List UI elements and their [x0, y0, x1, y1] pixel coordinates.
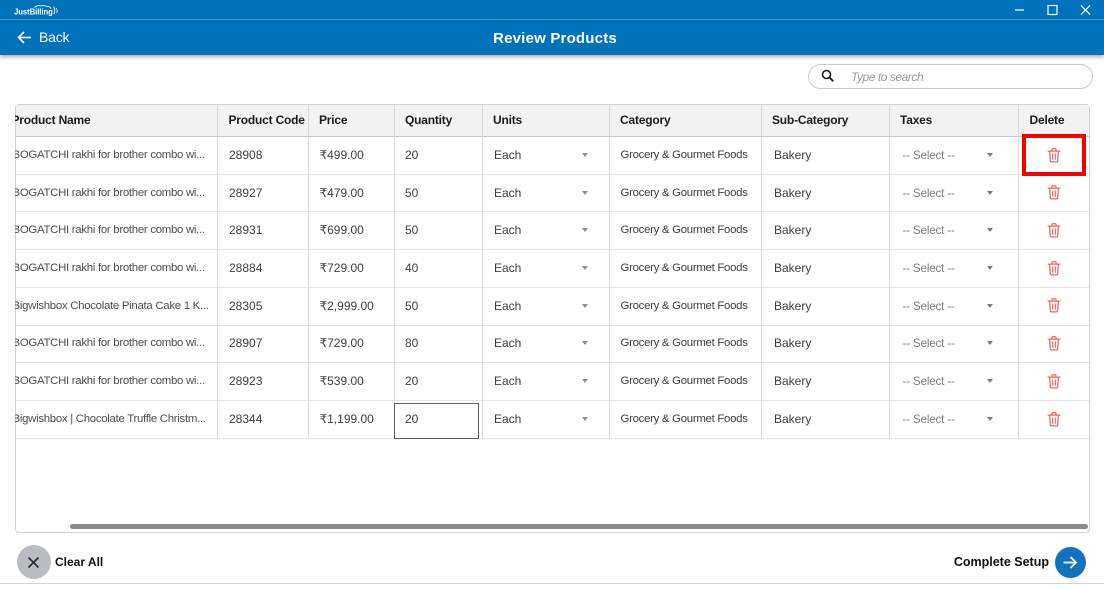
svg-text:JustBilling: JustBilling — [14, 8, 53, 17]
